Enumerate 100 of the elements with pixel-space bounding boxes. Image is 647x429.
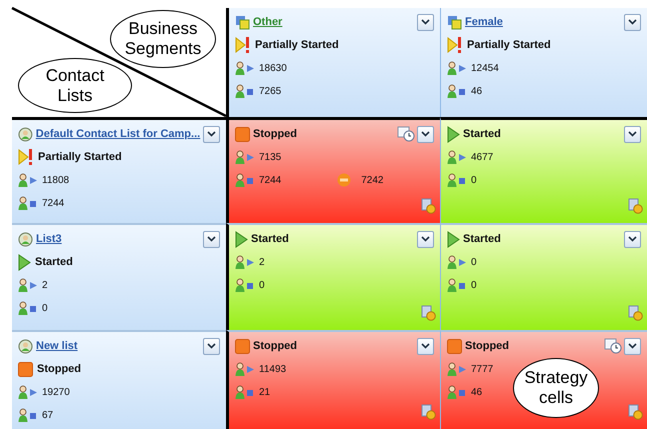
schedule-icon[interactable] [397,126,415,142]
stopped-count: 0 [471,280,477,290]
sent-count: 19270 [42,386,70,398]
sent-count: 11493 [259,364,286,374]
person-square-icon [447,173,467,187]
contact-list-icon [18,126,33,142]
person-square-icon [235,84,255,98]
person-square-icon [235,173,255,187]
contact-list-link[interactable]: New list [36,340,78,352]
person-arrow-icon [235,61,255,75]
chevron-down-icon [207,236,216,242]
stop-icon [447,338,462,354]
stopped-count: 0 [42,302,48,314]
stopped-count: 7244 [42,198,64,208]
dropdown-button[interactable] [417,14,434,30]
excluded-count: 7242 [361,174,384,186]
status-label: Started [251,233,289,245]
stopped-count: 0 [471,174,477,186]
chevron-down-icon [207,343,216,349]
chevron-down-icon [628,343,637,349]
dropdown-button[interactable] [417,230,434,248]
sent-count: 12454 [471,62,499,74]
stop-icon [235,126,250,142]
contact-list-icon [18,338,33,354]
sent-count: 2 [259,256,265,268]
person-square-icon [18,301,38,315]
stop-icon [235,338,250,354]
excluded-badge-icon [337,173,352,187]
dropdown-button[interactable] [624,126,641,142]
play-icon [18,254,31,270]
contact-list-link[interactable]: List3 [36,233,62,245]
dropdown-button[interactable] [203,230,220,248]
strategy-cell[interactable]: Started 2 0 [226,223,440,330]
segment-link[interactable]: Other [253,16,282,28]
callout-label: Contact Lists [18,58,132,113]
strategy-settings-icon[interactable] [421,404,436,420]
strategy-settings-icon[interactable] [421,305,436,321]
dropdown-button[interactable] [203,126,220,142]
person-square-icon [447,385,467,399]
person-arrow-icon [447,362,467,376]
person-square-icon [447,278,467,292]
contact-list-link[interactable]: Default Contact List for Camp... [36,128,200,140]
partial-status-icon [18,148,34,166]
segment-icon [447,14,462,30]
chevron-down-icon [421,236,430,242]
strategy-settings-icon[interactable] [421,198,436,214]
status-label: Stopped [253,128,297,140]
person-square-icon [18,196,38,210]
strategy-settings-icon[interactable] [628,305,643,321]
schedule-icon[interactable] [604,338,622,354]
sent-count: 4677 [471,152,494,162]
strategy-cell[interactable]: Stopped 7135 7244 7242 [226,117,440,223]
stopped-count: 21 [259,386,270,398]
person-square-icon [235,385,255,399]
person-arrow-icon [235,255,255,269]
stop-icon [18,362,33,376]
strategy-settings-icon[interactable] [628,404,643,420]
status-label: Partially Started [38,151,122,163]
dropdown-button[interactable] [624,14,641,30]
person-arrow-icon [18,385,38,399]
chevron-down-icon [421,131,430,137]
person-arrow-icon [235,362,255,376]
callout-label: Business Segments [110,10,216,68]
status-label: Stopped [465,340,509,352]
stopped-count: 46 [471,386,482,398]
sent-count: 0 [471,256,477,268]
dropdown-button[interactable] [417,338,434,354]
chevron-down-icon [421,19,430,25]
stopped-count: 0 [259,280,265,290]
dropdown-button[interactable] [417,126,434,142]
contact-list-icon [18,232,33,246]
partial-status-icon [235,36,251,54]
sent-count: 7777 [471,364,494,374]
status-label: Started [35,256,73,268]
strategy-cell[interactable]: Stopped 11493 21 [226,330,440,429]
status-label: Started [463,128,501,140]
sent-count: 11808 [42,174,70,186]
segment-link[interactable]: Female [465,16,503,28]
strategy-settings-icon[interactable] [628,198,643,214]
chevron-down-icon [628,19,637,25]
sent-count: 18630 [259,62,287,74]
person-arrow-icon [447,61,467,75]
chevron-down-icon [628,131,637,137]
status-label: Stopped [253,340,297,352]
status-label: Started [463,233,501,245]
status-label: Stopped [37,363,81,375]
strategy-cell[interactable]: Started 4677 0 [440,117,647,223]
person-arrow-icon [18,173,38,187]
person-arrow-icon [447,150,467,164]
dropdown-button[interactable] [203,338,220,354]
stopped-count: 7265 [259,86,282,96]
status-label: Partially Started [255,39,339,51]
person-arrow-icon [447,255,467,269]
person-square-icon [447,84,467,98]
sent-count: 2 [42,280,48,290]
partial-status-icon [447,36,463,54]
sent-count: 7135 [259,152,282,162]
dropdown-button[interactable] [624,338,641,354]
strategy-cell[interactable]: Started 0 0 [440,223,647,330]
dropdown-button[interactable] [624,230,641,248]
